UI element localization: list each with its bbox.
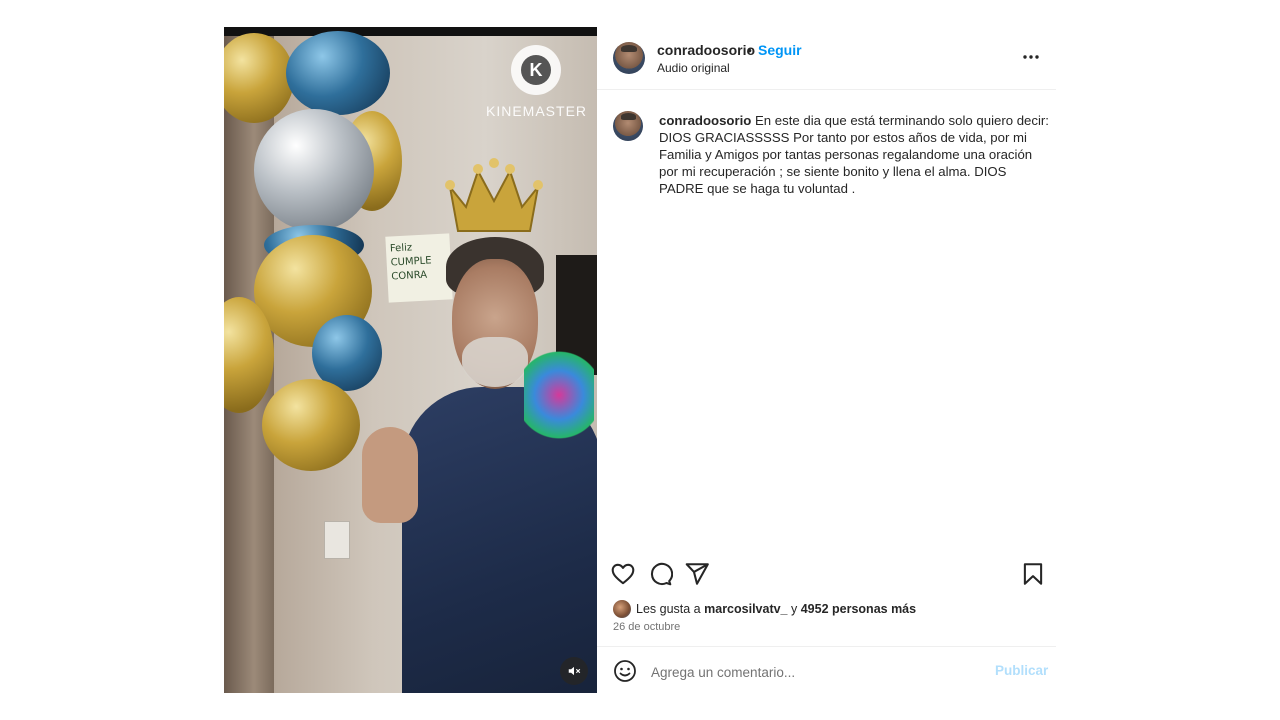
post-sidebar: conradoosorio • Seguir Audio original co… — [597, 27, 1056, 693]
likes-prefix: Les gusta a — [636, 602, 701, 616]
video-top-bar — [224, 27, 597, 36]
bookmark-icon[interactable] — [1020, 561, 1046, 587]
balloon — [254, 109, 374, 231]
caption-username[interactable]: conradoosorio — [659, 113, 751, 128]
follow-button[interactable]: Seguir — [758, 42, 802, 58]
header-separator: • — [747, 42, 752, 58]
mute-button[interactable] — [560, 657, 588, 685]
comment-icon[interactable] — [647, 561, 673, 587]
kinemaster-logo-letter: K — [521, 55, 551, 85]
publish-button[interactable]: Publicar — [995, 663, 1048, 678]
tinsel-decoration — [524, 345, 594, 445]
mute-icon — [568, 666, 581, 676]
post-caption: conradoosorio En este dia que está termi… — [597, 90, 1056, 550]
post-video[interactable]: Feliz CUMPLE CONRA K KINEMASTER — [224, 27, 597, 693]
liker-avatar — [613, 600, 631, 618]
likes-summary: Les gusta a marcosilvatv_ y 4952 persona… — [613, 599, 916, 619]
peace-sign-hand — [362, 427, 418, 523]
note-line: CONRA — [391, 269, 428, 283]
heart-icon[interactable] — [610, 561, 636, 587]
kinemaster-watermark: K KINEMASTER — [486, 45, 586, 119]
header-username[interactable]: conradoosorio — [657, 42, 755, 58]
light-switch — [324, 521, 350, 559]
action-bar — [597, 557, 1056, 593]
post-date[interactable]: 26 de octubre — [613, 621, 680, 633]
likes-middle: y — [791, 602, 798, 616]
more-options-button[interactable] — [1017, 45, 1045, 69]
liker-username[interactable]: marcosilvatv_ — [704, 602, 787, 616]
avatar[interactable] — [613, 42, 645, 74]
comment-bar: Publicar — [597, 646, 1056, 694]
audio-link[interactable]: Audio original — [657, 61, 730, 75]
more-icon — [1023, 55, 1039, 59]
kinemaster-brand-text: KINEMASTER — [486, 103, 588, 119]
balloon — [286, 31, 390, 115]
caption-text: conradoosorio En este dia que está termi… — [659, 112, 1049, 197]
emoji-icon[interactable] — [613, 659, 637, 683]
person-beard — [462, 337, 528, 387]
post-header: conradoosorio • Seguir Audio original — [597, 27, 1056, 90]
caption-avatar[interactable] — [613, 111, 643, 141]
kinemaster-logo-icon: K — [511, 45, 561, 95]
likes-count[interactable]: 4952 personas más — [801, 602, 916, 616]
post-card: Feliz CUMPLE CONRA K KINEMASTER conradoo… — [224, 27, 1056, 693]
birthday-note: Feliz CUMPLE CONRA — [385, 233, 453, 303]
crown-balloon — [445, 158, 543, 232]
share-icon[interactable] — [684, 561, 710, 587]
comment-input[interactable] — [649, 659, 983, 685]
balloon — [262, 379, 360, 471]
